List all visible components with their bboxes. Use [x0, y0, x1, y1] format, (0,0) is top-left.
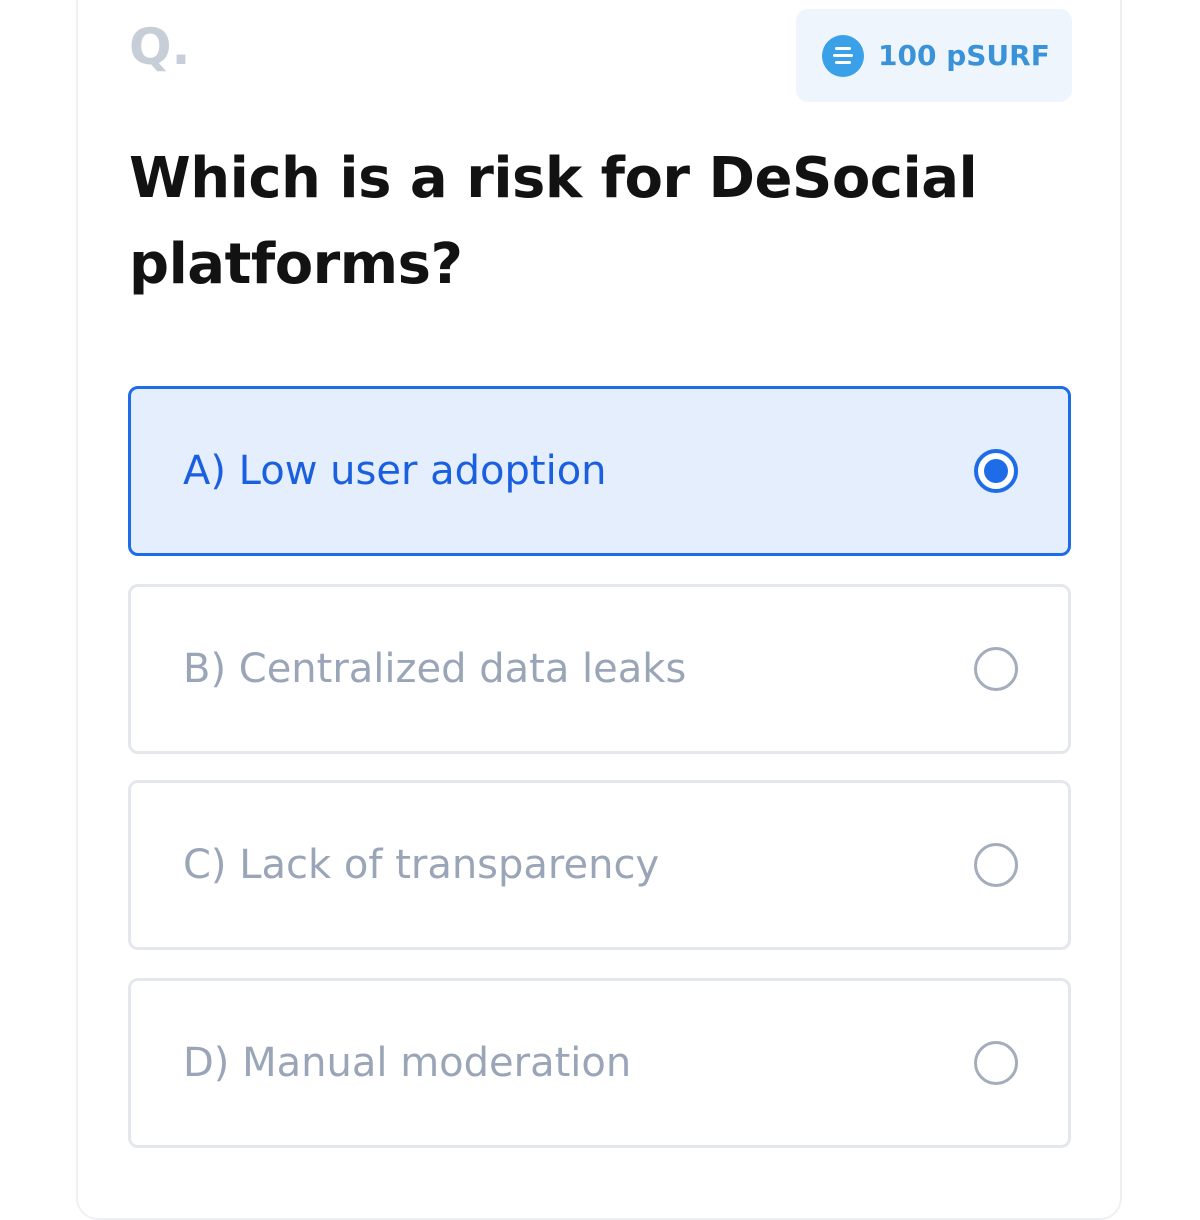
radio-unselected-icon[interactable]	[974, 647, 1018, 691]
option-d[interactable]: D) Manual moderation	[128, 978, 1071, 1148]
option-label: C) Lack of transparency	[183, 842, 660, 888]
option-a[interactable]: A) Low user adoption	[128, 386, 1071, 556]
option-b[interactable]: B) Centralized data leaks	[128, 584, 1071, 754]
question-marker: Q.	[129, 18, 191, 76]
radio-unselected-icon[interactable]	[974, 843, 1018, 887]
option-label: A) Low user adoption	[183, 448, 607, 494]
radio-selected-icon[interactable]	[974, 449, 1018, 493]
reward-badge: 100 pSURF	[796, 9, 1072, 102]
radio-unselected-icon[interactable]	[974, 1041, 1018, 1085]
option-label: B) Centralized data leaks	[183, 646, 687, 692]
question-text: Which is a risk for DeSocial platforms?	[129, 146, 978, 297]
option-c[interactable]: C) Lack of transparency	[128, 780, 1071, 950]
coin-icon	[822, 34, 864, 77]
reward-amount: 100 pSURF	[878, 39, 1050, 72]
radio-dot	[984, 459, 1008, 483]
option-label: D) Manual moderation	[183, 1040, 632, 1086]
